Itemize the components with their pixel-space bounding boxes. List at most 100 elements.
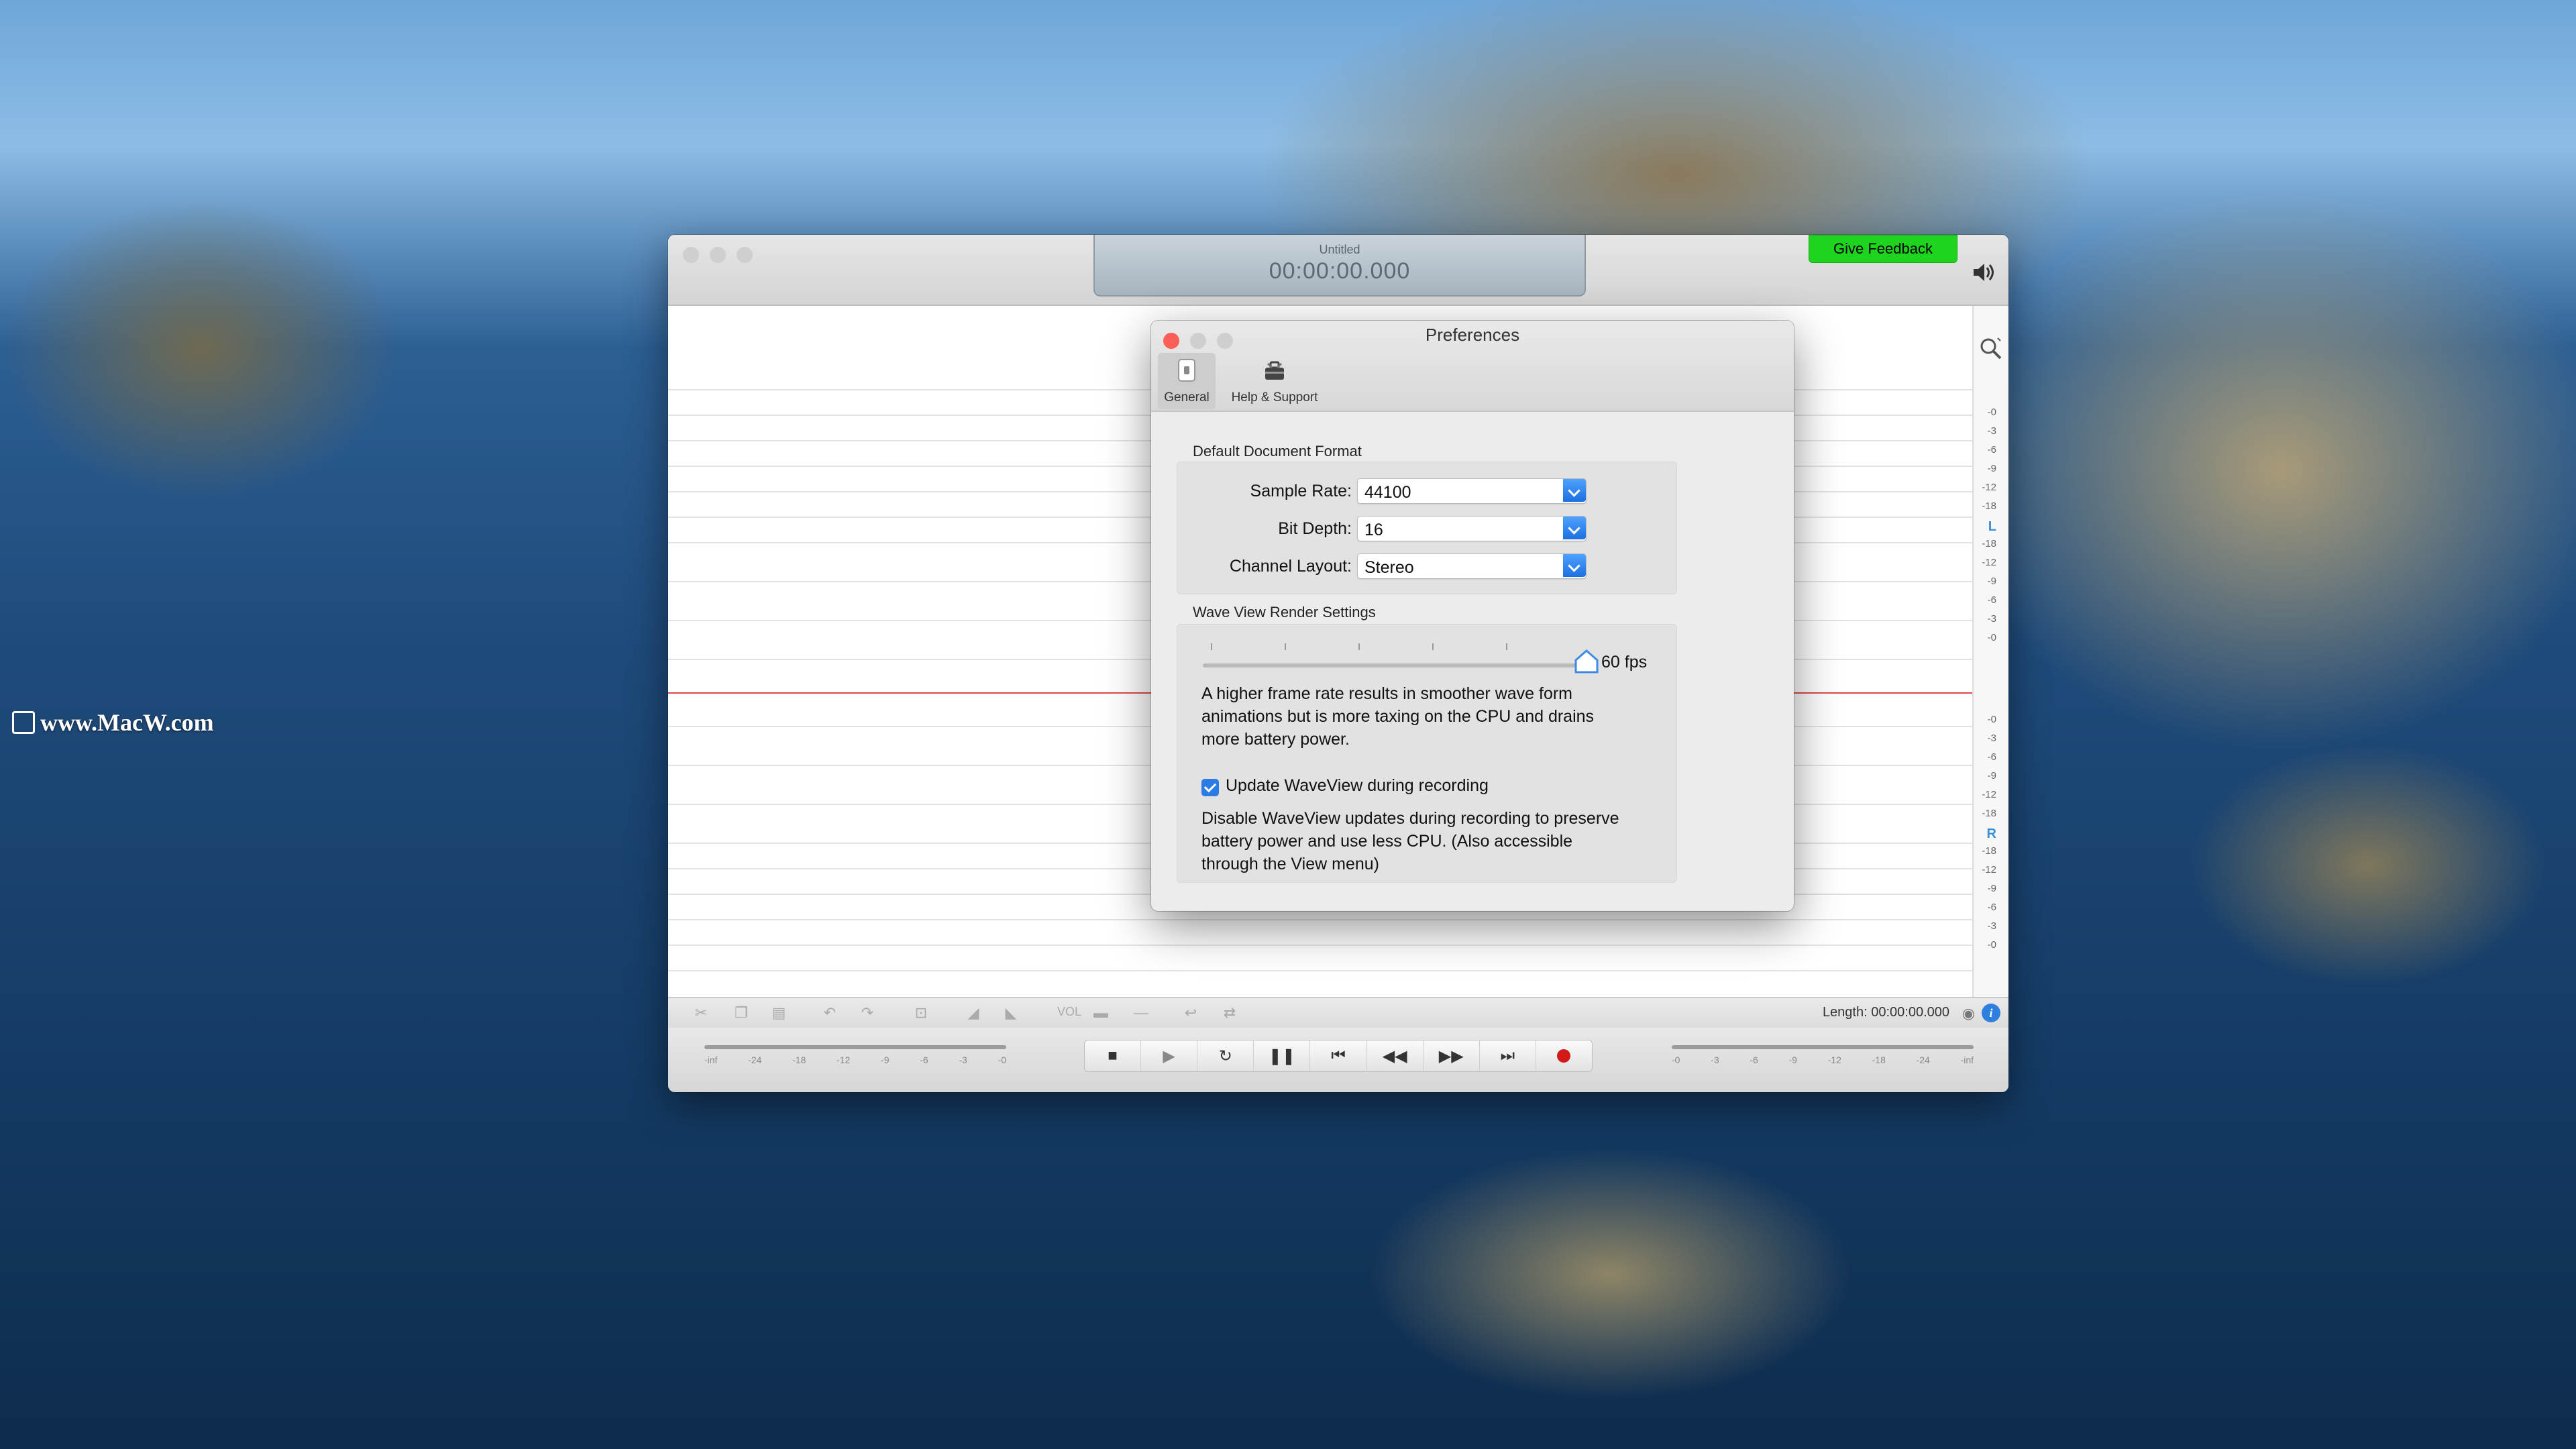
meter-scale-label: -6: [920, 1055, 928, 1065]
default-format-heading: Default Document Format: [1193, 443, 1362, 460]
ruler-tick-label: -6: [1987, 902, 1996, 913]
wave-gridline: [668, 970, 1972, 971]
meter-scale-label: -inf: [1960, 1055, 1974, 1065]
meter-scale-label: -12: [837, 1055, 851, 1065]
info-icon[interactable]: i: [1982, 1004, 2000, 1022]
fade-in-icon[interactable]: ◢: [963, 1004, 983, 1022]
channel-layout-label: Channel Layout:: [1229, 557, 1352, 576]
update-waveview-help: Disable WaveView updates during recordin…: [1201, 809, 1619, 873]
loop-icon: ↻: [1218, 1046, 1232, 1065]
ruler-tick-label: -3: [1987, 733, 1996, 744]
record-button[interactable]: [1536, 1040, 1592, 1071]
chevron-down-icon: [1563, 554, 1586, 577]
rewind-button[interactable]: ◀◀: [1367, 1040, 1424, 1071]
tab-help-support[interactable]: Help & Support: [1221, 353, 1328, 409]
meter-scale-label: -9: [1788, 1055, 1797, 1065]
frame-rate-help: A higher frame rate results in smoother …: [1201, 684, 1595, 749]
rewind-icon: ◀◀: [1382, 1046, 1407, 1065]
meter-scale-label: -18: [792, 1055, 806, 1065]
length-readout: Length: 00:00:00.000: [1822, 1005, 1949, 1020]
channel-layout-select[interactable]: Stereo: [1357, 553, 1587, 579]
meter-scale-label: -3: [959, 1055, 967, 1065]
skip-back-button[interactable]: ⏮: [1310, 1040, 1367, 1071]
sample-rate-label: Sample Rate:: [1250, 482, 1352, 500]
ruler-tick-label: -6: [1987, 444, 1996, 455]
pause-button[interactable]: ❚❚: [1254, 1040, 1311, 1071]
sample-rate-select[interactable]: 44100: [1357, 478, 1587, 504]
slider-tick: [1506, 643, 1507, 650]
fast-forward-icon: ▶▶: [1438, 1046, 1464, 1065]
stop-button[interactable]: ■: [1085, 1040, 1142, 1071]
switch-icon: [1178, 359, 1195, 382]
fps-slider-track[interactable]: [1203, 663, 1578, 667]
meter-scale-label: -0: [1672, 1055, 1680, 1065]
fast-forward-button[interactable]: ▶▶: [1424, 1040, 1480, 1071]
fps-slider-knob[interactable]: [1573, 649, 1600, 676]
wave-view-heading: Wave View Render Settings: [1193, 604, 1376, 621]
volume-line-icon[interactable]: —: [1131, 1004, 1151, 1022]
update-waveview-checkbox[interactable]: [1201, 779, 1219, 796]
redo-icon[interactable]: ↷: [857, 1004, 877, 1022]
minimize-button[interactable]: [710, 247, 726, 263]
trim-icon[interactable]: ⊡: [911, 1004, 931, 1022]
ruler-tick-label: -0: [1987, 939, 1996, 951]
ruler-tick-label: -9: [1987, 883, 1996, 894]
volume-label: VOL: [1057, 1005, 1082, 1018]
slider-tick: [1432, 643, 1434, 650]
speaker-icon[interactable]: [1970, 259, 1996, 286]
tab-general-label: General: [1164, 390, 1210, 405]
ruler-tick-label: -12: [1982, 557, 1996, 568]
channel-layout-row: Channel Layout: Stereo: [1177, 553, 1676, 579]
ruler-tick-label: -3: [1987, 613, 1996, 625]
ruler-tick-label: -3: [1987, 425, 1996, 437]
paste-icon[interactable]: ▤: [769, 1004, 789, 1022]
update-waveview-label[interactable]: Update WaveView during recording: [1226, 776, 1489, 796]
meter-scale-label: -24: [1916, 1055, 1930, 1065]
ruler-tick-label: -0: [1987, 714, 1996, 725]
zoom-search-icon[interactable]: [1978, 335, 2004, 362]
fade-out-icon[interactable]: ◣: [1001, 1004, 1021, 1022]
pause-icon: ❚❚: [1268, 1046, 1295, 1065]
zoom-button[interactable]: [737, 247, 753, 263]
ruler-tick-label: -9: [1987, 576, 1996, 587]
output-meter-scale: -0 -3 -6 -9 -12 -18 -24 -inf: [1672, 1055, 1974, 1065]
skip-forward-icon: ⏭: [1500, 1046, 1515, 1065]
ruler-tick-label: -18: [1982, 808, 1996, 819]
watermark-text: www.MacW.com: [40, 709, 214, 736]
meter-scale-label: -6: [1750, 1055, 1758, 1065]
fps-label: 60 fps: [1601, 653, 1648, 672]
eye-icon[interactable]: ◉: [1962, 1005, 1975, 1022]
ruler-tick-label: -0: [1987, 632, 1996, 643]
ruler-tick-label: -9: [1987, 463, 1996, 474]
loop-button[interactable]: ↻: [1197, 1040, 1254, 1071]
tab-general[interactable]: General: [1158, 353, 1216, 409]
volume-slider-icon[interactable]: ▬: [1091, 1004, 1111, 1022]
transport-controls: ■ ▶ ↻ ❚❚ ⏮ ◀◀ ▶▶ ⏭: [1084, 1040, 1593, 1072]
skip-forward-button[interactable]: ⏭: [1480, 1040, 1536, 1071]
ruler-tick-label: -9: [1987, 770, 1996, 782]
copy-icon[interactable]: ❐: [731, 1004, 751, 1022]
ruler-tick-label: -6: [1987, 594, 1996, 606]
ruler-tick-label: -18: [1982, 538, 1996, 549]
ruler-tick-label: -12: [1982, 789, 1996, 800]
channel-label: L: [1988, 519, 1996, 534]
ruler-tick-label: -12: [1982, 864, 1996, 875]
ruler-tick-label: -6: [1987, 751, 1996, 763]
cut-icon[interactable]: ✂: [691, 1004, 711, 1022]
sample-rate-value: 44100: [1364, 483, 1411, 502]
transport-bar: -inf -24 -18 -12 -9 -6 -3 -0 ■ ▶ ↻ ❚❚ ⏮ ◀◀ ▶▶ ⏭…: [668, 1028, 2008, 1092]
window-controls: [683, 247, 753, 263]
skip-back-icon: ⏮: [1331, 1046, 1346, 1065]
play-icon: ▶: [1163, 1046, 1175, 1065]
watermark-logo-icon: [12, 711, 35, 734]
give-feedback-button[interactable]: Give Feedback: [1809, 235, 1957, 263]
repeat-icon[interactable]: ⇄: [1220, 1004, 1240, 1022]
play-button[interactable]: ▶: [1141, 1040, 1198, 1071]
wave-gridline: [668, 919, 1972, 920]
close-button[interactable]: [683, 247, 699, 263]
preferences-toolbar: Preferences General Help & Support: [1151, 321, 1794, 412]
ruler-tick-label: -18: [1982, 500, 1996, 512]
undo-icon[interactable]: ↶: [820, 1004, 840, 1022]
bit-depth-select[interactable]: 16: [1357, 516, 1587, 541]
loop-selection-icon[interactable]: ↩: [1181, 1004, 1201, 1022]
